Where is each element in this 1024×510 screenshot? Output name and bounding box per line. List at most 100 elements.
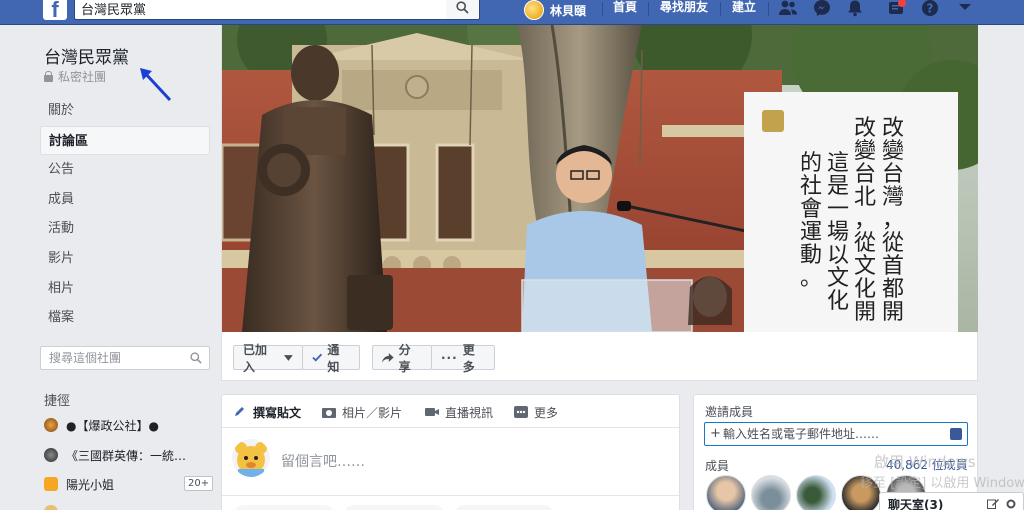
notifications-icon[interactable] — [845, 0, 865, 18]
facebook-logo-icon[interactable]: f — [43, 0, 67, 22]
divider — [222, 495, 679, 496]
shortcut-count-badge: 20+ — [184, 476, 214, 491]
create-link[interactable]: 建立 — [732, 0, 756, 20]
tab-label: 更多 — [534, 405, 559, 420]
invite-title: 邀請成員 — [705, 405, 754, 419]
more-button[interactable]: ··· 更多 — [431, 343, 495, 374]
search-icon — [456, 1, 469, 14]
share-label: 分享 — [398, 342, 411, 374]
composer-option[interactable] — [454, 505, 554, 510]
share-button[interactable]: 分享 — [372, 343, 432, 374]
banner-line: 這是一場以文化 — [827, 151, 849, 314]
privacy-label: 私密社團 — [58, 70, 107, 84]
shortcut-label: 陽光小姐 — [66, 477, 115, 492]
sidebar-item-events[interactable]: 活動 — [40, 214, 210, 244]
post-composer: 撰寫貼文 相片／影片 直播視訊 更多 留個言吧…… — [221, 394, 680, 510]
search-input[interactable] — [74, 0, 446, 20]
group-avatar-icon — [44, 448, 58, 462]
banner-line: 改變台北，從文化開 — [854, 116, 876, 325]
invite-placeholder: 輸入姓名或電子郵件地址…… — [723, 427, 880, 441]
cover-photo-image: 改變台灣，從首都開 改變台北，從文化開 這是一場以文化 的社會運動。 — [222, 25, 978, 332]
member-avatar[interactable] — [751, 475, 791, 510]
shortcut-label: ●【爆政公社】● — [66, 418, 159, 433]
shortcut-item[interactable]: ●【爆政公社】● — [44, 415, 159, 435]
tab-more[interactable]: 更多 — [514, 403, 558, 421]
group-search-input[interactable]: 搜尋這個社團 — [40, 346, 210, 370]
top-navigation-bar: f 林貝頤 首頁 尋找朋友 建立 ? — [0, 0, 1024, 25]
sidebar-item-files[interactable]: 檔案 — [40, 303, 210, 333]
tab-label: 直播視訊 — [445, 405, 494, 420]
messenger-icon[interactable] — [812, 0, 832, 18]
group-privacy: 私密社團 — [44, 68, 106, 85]
chat-label: 聊天室(3) — [888, 498, 944, 510]
sidebar-item-members[interactable]: 成員 — [40, 185, 210, 215]
member-avatar[interactable] — [706, 475, 746, 510]
group-avatar-icon — [44, 418, 58, 432]
activation-watermark-line1: 啟用 Windows — [874, 453, 976, 471]
home-link[interactable]: 首頁 — [613, 0, 637, 20]
banner-line: 改變台灣，從首都開 — [882, 116, 904, 325]
svg-text:?: ? — [927, 2, 934, 16]
joined-dropdown-button[interactable]: 已加入 — [233, 343, 303, 374]
tab-write-post[interactable]: 撰寫貼文 — [233, 403, 301, 421]
composer-tabs: 撰寫貼文 相片／影片 直播視訊 更多 — [222, 395, 679, 428]
plus-icon: + — [710, 426, 721, 441]
shortcut-item[interactable]: 陽光小姐 — [44, 474, 114, 494]
find-friends-link[interactable]: 尋找朋友 — [660, 0, 708, 20]
camera-icon — [322, 408, 336, 418]
tab-photo-video[interactable]: 相片／影片 — [322, 403, 402, 421]
notifications-button[interactable]: 通知 — [302, 343, 360, 374]
group-search-placeholder: 搜尋這個社團 — [49, 351, 122, 365]
members-heading: 成員 — [705, 459, 730, 473]
shortcut-item[interactable]: 《三國群英傳：一統… — [44, 445, 186, 465]
tab-live-video[interactable]: 直播視訊 — [425, 403, 493, 421]
search-icon — [190, 352, 202, 364]
divider — [602, 2, 603, 16]
friend-requests-icon[interactable] — [778, 0, 798, 18]
sidebar-item-discussion[interactable]: 討論區 — [40, 125, 210, 156]
shortcuts-heading: 捷徑 — [44, 394, 71, 409]
account-menu-icon[interactable] — [955, 0, 975, 18]
composer-input[interactable]: 留個言吧…… — [281, 451, 365, 471]
sidebar-item-about[interactable]: 關於 — [40, 96, 210, 126]
chat-tab[interactable]: 聊天室(3) — [879, 492, 1024, 510]
notify-label: 通知 — [327, 342, 340, 374]
sidebar-item-photos[interactable]: 相片 — [40, 274, 210, 304]
ellipsis-icon: ··· — [441, 350, 458, 365]
tab-label: 撰寫貼文 — [253, 405, 302, 420]
divider — [648, 2, 649, 16]
joined-label: 已加入 — [243, 342, 268, 374]
sidebar-item-announcements[interactable]: 公告 — [40, 155, 210, 185]
composer-option[interactable] — [344, 505, 444, 510]
avatar — [232, 439, 270, 477]
shortcut-label: 《三國群英傳：一統… — [66, 448, 187, 463]
member-avatar[interactable] — [796, 475, 836, 510]
gift-icon — [44, 477, 58, 491]
group-navigation: 關於 討論區 公告 成員 活動 影片 相片 檔案 — [40, 96, 210, 333]
shortcut-item[interactable] — [44, 502, 66, 510]
help-icon[interactable]: ? — [920, 0, 940, 18]
cover-photo[interactable]: 改變台灣，從首都開 改變台北，從文化開 這是一場以文化 的社會運動。 — [222, 25, 978, 332]
divider — [720, 2, 721, 16]
pencil-icon — [235, 407, 244, 416]
activation-watermark-line2: 移至 [設定] 以啟用 Windows — [860, 476, 1024, 491]
video-camera-icon — [425, 408, 439, 416]
tab-label: 相片／影片 — [342, 405, 403, 420]
sidebar-item-videos[interactable]: 影片 — [40, 244, 210, 274]
invite-input[interactable]: + 輸入姓名或電子郵件地址…… — [704, 422, 968, 446]
group-avatar-icon — [44, 505, 58, 510]
more-label: 更多 — [462, 342, 475, 374]
divider — [768, 2, 769, 16]
composer-option[interactable] — [234, 505, 334, 510]
share-arrow-icon — [382, 352, 394, 363]
settings-icon[interactable] — [1005, 499, 1017, 509]
profile-link[interactable]: 林貝頤 — [524, 0, 586, 20]
address-book-icon[interactable] — [950, 428, 962, 440]
banner-line: 的社會運動。 — [800, 151, 822, 291]
chevron-down-icon — [284, 354, 293, 361]
search-button[interactable] — [446, 0, 480, 20]
more-dots-icon — [514, 406, 528, 418]
compose-icon[interactable] — [987, 499, 999, 509]
group-name[interactable]: 台灣民眾黨 — [44, 43, 129, 68]
checkmark-icon — [312, 353, 323, 362]
